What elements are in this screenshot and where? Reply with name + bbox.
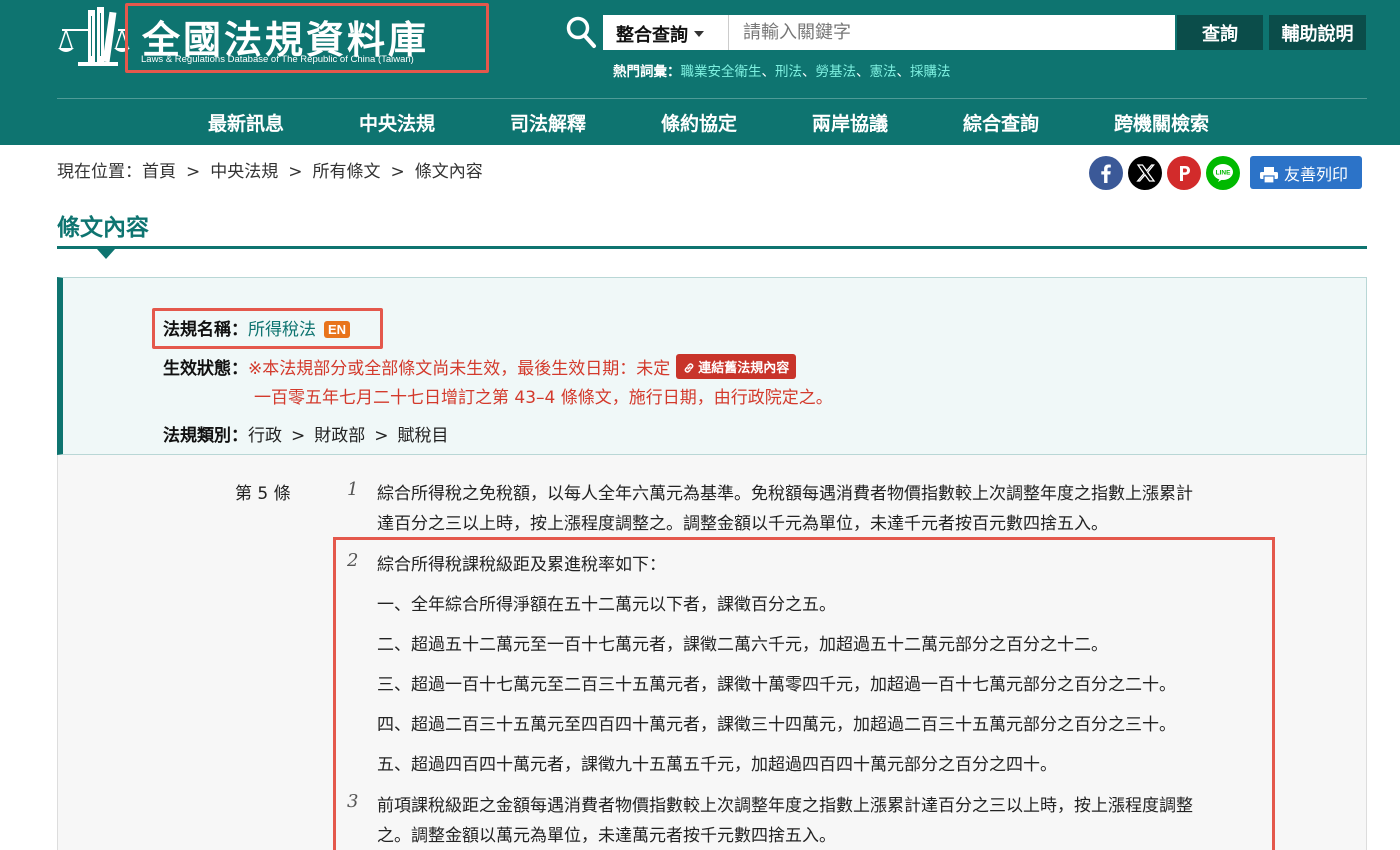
status-row: 生效狀態：※本法規部分或全部條文尚未生效，最後生效日期：未定 連結舊法規內容 — [163, 354, 797, 379]
breadcrumb-all-articles[interactable]: 所有條文 — [313, 162, 381, 182]
site-header: 全國法規資料庫 Laws & Regulations Database of T… — [0, 0, 1400, 145]
plurk-share-button[interactable] — [1167, 156, 1201, 190]
nav-item-central-regulations[interactable]: 中央法規 — [359, 109, 435, 136]
breadcrumb-home[interactable]: 首頁 — [142, 162, 176, 182]
scales-of-justice-logo-icon[interactable] — [58, 4, 130, 68]
paragraph-number: 1 — [347, 479, 359, 500]
paragraph-line: 達百分之三以上時，按上漲程度調整之。調整金額以千元為單位，未達千元者按百元數四捨… — [377, 514, 1108, 534]
hot-terms: 熱門詞彙：職業安全衛生、刑法、勞基法、憲法、採購法 — [613, 64, 951, 80]
article-number: 第 5 條 — [235, 484, 291, 504]
page-title: 條文內容 — [57, 215, 149, 241]
nav-item-integrated-search[interactable]: 綜合查詢 — [963, 109, 1039, 136]
status-text: ※本法規部分或全部條文尚未生效，最後生效日期：未定 — [248, 359, 671, 379]
hot-term-link[interactable]: 憲法 — [870, 64, 897, 80]
hot-term-link[interactable]: 採購法 — [910, 64, 951, 80]
print-button[interactable]: 友善列印 — [1250, 156, 1362, 189]
site-subtitle: Laws & Regulations Database of The Repub… — [141, 54, 414, 65]
category-level-3: 賦稅目 — [397, 426, 449, 446]
category-row: 法規類別：行政 > 財政部 > 賦稅目 — [163, 426, 449, 446]
facebook-icon — [1101, 164, 1111, 183]
x-logo-icon — [1136, 164, 1156, 182]
hot-term-link[interactable]: 勞基法 — [816, 64, 857, 80]
search-icon — [566, 16, 596, 48]
search-button[interactable]: 查詢 — [1177, 15, 1263, 50]
tax-brackets-highlight — [333, 537, 1275, 850]
category-label: 法規類別： — [163, 426, 248, 446]
breadcrumb-current: 條文內容 — [414, 162, 483, 182]
facebook-share-button[interactable] — [1089, 156, 1123, 190]
plurk-icon — [1180, 166, 1190, 181]
svg-text:LINE: LINE — [1216, 170, 1231, 177]
breadcrumb-central-regulations[interactable]: 中央法規 — [210, 162, 278, 182]
title-pointer — [97, 249, 115, 259]
caret-down-icon — [694, 31, 704, 37]
breadcrumb: 現在位置：首頁 > 中央法規 > 所有條文 > 條文內容 — [57, 162, 483, 182]
line-icon: LINE — [1213, 164, 1233, 182]
print-label: 友善列印 — [1284, 165, 1349, 184]
nav-item-cross-agency-search[interactable]: 跨機關檢索 — [1114, 109, 1209, 136]
law-name-highlight — [152, 308, 383, 349]
printer-icon — [1260, 167, 1278, 184]
old-version-link-button[interactable]: 連結舊法規內容 — [676, 354, 797, 379]
nav-item-latest-news[interactable]: 最新訊息 — [208, 109, 284, 136]
hot-term-link[interactable]: 職業安全衛生 — [681, 64, 762, 80]
nav-item-treaties[interactable]: 條約協定 — [661, 109, 737, 136]
nav-item-judicial-interpretations[interactable]: 司法解釋 — [510, 109, 586, 136]
x-share-button[interactable] — [1128, 156, 1162, 190]
main-nav: 最新訊息 中央法規 司法解釋 條約協定 兩岸協議 綜合查詢 跨機關檢索 — [0, 109, 1400, 139]
title-underline — [57, 246, 1367, 249]
status-label: 生效狀態： — [163, 359, 248, 379]
search-scope-select[interactable]: 整合查詢 — [603, 15, 729, 50]
nav-item-cross-strait[interactable]: 兩岸協議 — [812, 109, 888, 136]
paragraph-line: 綜合所得稅之免稅額，以每人全年六萬元為基準。免稅額每遇消費者物價指數較上次調整年… — [377, 484, 1193, 504]
old-version-link-label: 連結舊法規內容 — [698, 361, 790, 376]
site-logo[interactable]: 全國法規資料庫 Laws & Regulations Database of T… — [125, 3, 489, 73]
help-button[interactable]: 輔助說明 — [1269, 15, 1366, 50]
hot-term-link[interactable]: 刑法 — [775, 64, 802, 80]
search-scope-label: 整合查詢 — [616, 25, 688, 46]
search-input[interactable] — [729, 15, 1175, 50]
breadcrumb-prefix: 現在位置： — [57, 162, 142, 182]
category-level-1: 行政 — [248, 426, 282, 446]
category-level-2: 財政部 — [314, 426, 366, 446]
link-icon — [684, 363, 694, 373]
hot-terms-label: 熱門詞彙： — [613, 64, 681, 80]
status-note: 一百零五年七月二十七日增訂之第 43–4 條條文，施行日期，由行政院定之。 — [254, 388, 833, 408]
nav-divider — [57, 98, 1367, 99]
line-share-button[interactable]: LINE — [1206, 156, 1240, 190]
